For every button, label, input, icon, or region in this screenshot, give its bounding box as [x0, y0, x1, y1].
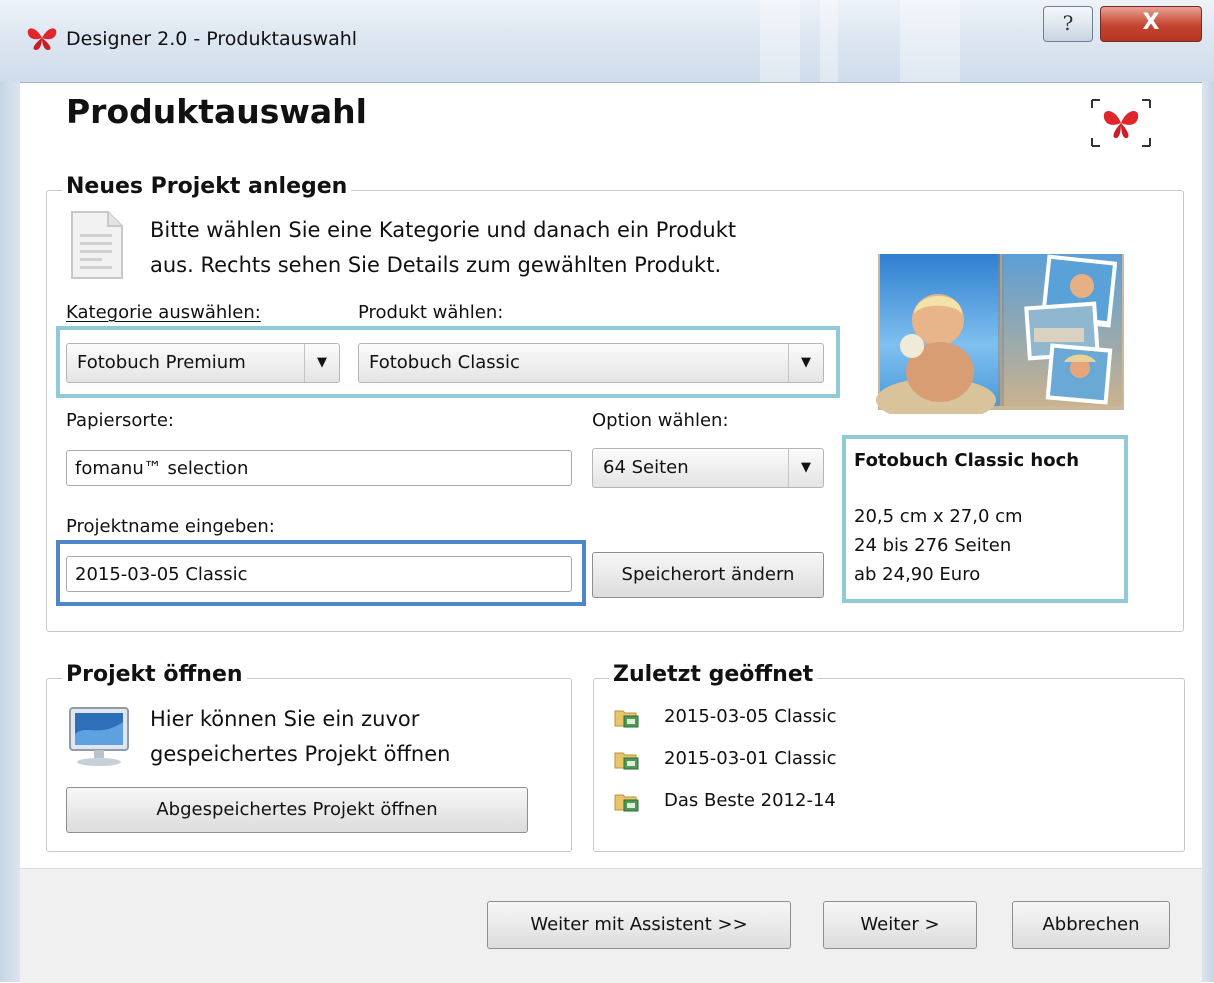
titlebar-glass-band [900, 0, 960, 82]
paper-label: Papiersorte: [66, 410, 174, 431]
assistant-button[interactable]: Weiter mit Assistent >> [487, 901, 791, 949]
option-label: Option wählen: [592, 410, 729, 431]
product-details-price: ab 24,90 Euro [854, 564, 981, 585]
open-project-description-line1: Hier können Sie ein zuvor [150, 707, 420, 731]
window-title: Designer 2.0 - Produktauswahl [66, 28, 358, 50]
chevron-down-icon: ▼ [788, 449, 823, 487]
product-details-name: Fotobuch Classic hoch [854, 450, 1080, 471]
brand-logo-icon [1091, 99, 1151, 147]
document-icon [71, 211, 123, 279]
category-label: Kategorie auswählen: [66, 302, 261, 323]
monitor-icon [69, 707, 129, 766]
cancel-button[interactable]: Abbrechen [1012, 901, 1170, 949]
new-project-description-line1: Bitte wählen Sie eine Kategorie und dana… [150, 218, 737, 242]
highlight-category-product [56, 326, 840, 398]
product-details-pages: 24 bis 276 Seiten [854, 535, 1012, 556]
close-button[interactable]: X [1100, 6, 1202, 42]
product-label: Produkt wählen: [358, 302, 504, 323]
option-select-value: 64 Seiten [603, 457, 689, 478]
window-frame-left [0, 82, 21, 982]
page-title: Produktauswahl [66, 92, 367, 131]
next-button[interactable]: Weiter > [823, 901, 977, 949]
help-button[interactable]: ? [1043, 6, 1093, 42]
new-project-group-title: Neues Projekt anlegen [62, 174, 352, 199]
product-details-size: 20,5 cm x 27,0 cm [854, 506, 1023, 527]
open-project-description-line2: gespeichertes Projekt öffnen [150, 742, 451, 766]
option-select[interactable]: 64 Seiten ▼ [592, 448, 824, 488]
project-folder-icon [614, 752, 639, 770]
recent-item-label: Das Beste 2012-14 [664, 790, 836, 811]
project-name-label: Projektname eingeben: [66, 516, 275, 537]
window-frame-right [1201, 82, 1214, 982]
recent-group-title: Zuletzt geöffnet [609, 662, 818, 687]
save-location-button[interactable]: Speicherort ändern [592, 552, 824, 598]
open-project-group-title: Projekt öffnen [62, 662, 247, 687]
recent-item-label: 2015-03-01 Classic [664, 748, 837, 769]
app-butterfly-icon [27, 28, 57, 50]
dialog-window: Designer 2.0 - Produktauswahl ? X Produk… [0, 0, 1214, 983]
project-folder-icon [614, 794, 639, 812]
new-project-description-line2: aus. Rechts sehen Sie Details zum gewähl… [150, 253, 722, 277]
titlebar-glass-band [760, 0, 800, 82]
paper-field[interactable]: fomanu™ selection [66, 450, 572, 486]
highlight-project-name [56, 540, 586, 606]
titlebar-glass-band [820, 0, 838, 82]
project-folder-icon [614, 710, 639, 728]
product-preview-image [876, 254, 1124, 414]
open-saved-project-button[interactable]: Abgespeichertes Projekt öffnen [66, 787, 528, 833]
recent-item-label: 2015-03-05 Classic [664, 706, 837, 727]
